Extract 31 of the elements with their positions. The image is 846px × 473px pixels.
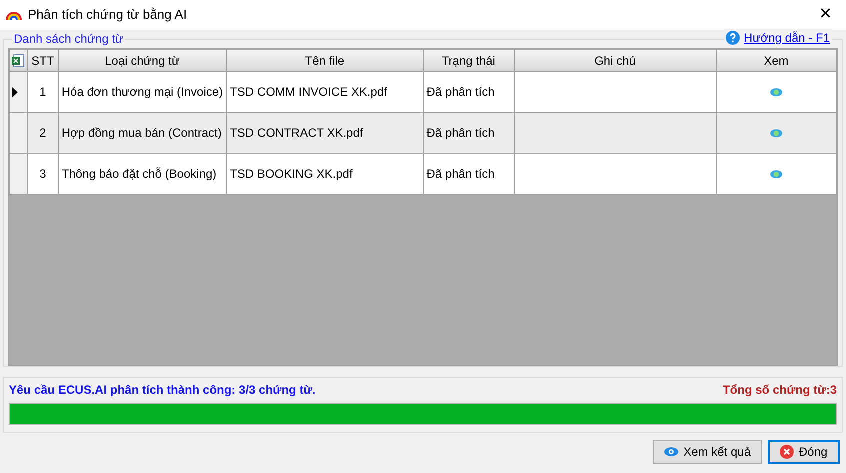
eye-icon[interactable] <box>770 129 783 138</box>
view-results-button[interactable]: Xem kết quả <box>652 440 762 464</box>
eye-icon[interactable] <box>770 170 783 180</box>
column-header[interactable]: Ghi chú <box>514 50 716 72</box>
column-header[interactable]: STT <box>27 50 58 72</box>
export-excel-button[interactable] <box>10 50 28 72</box>
table-cell: Thông báo đặt chỗ (Booking) <box>58 154 227 194</box>
eye-icon[interactable] <box>770 88 783 98</box>
status-message: Yêu cầu ECUS.AI phân tích thành công: 3/3 chứng từ. <box>9 382 316 399</box>
close-button[interactable]: ✕ <box>811 3 840 27</box>
table-cell: TSD CONTRACT XK.pdf <box>226 112 424 154</box>
eye-icon <box>664 447 679 457</box>
table-cell: Đã phân tích <box>423 154 514 194</box>
rainbow-icon <box>6 10 22 20</box>
window-title: Phân tích chứng từ bằng AI <box>28 6 188 24</box>
table-cell: Đã phân tích <box>423 112 514 154</box>
table-cell: 3 <box>27 154 58 194</box>
column-header[interactable]: Xem <box>716 50 836 72</box>
row-header[interactable] <box>10 72 28 112</box>
column-header[interactable]: Tên file <box>226 50 424 72</box>
help-icon <box>726 31 740 45</box>
close-button[interactable]: Đóng <box>768 440 840 464</box>
column-header[interactable]: Trạng thái <box>423 50 514 72</box>
close-icon <box>780 445 794 459</box>
table-cell: TSD BOOKING XK.pdf <box>226 154 424 194</box>
total-count: Tổng số chứng từ:3 <box>722 382 837 399</box>
table-cell: Hợp đồng mua bán (Contract) <box>58 112 227 154</box>
current-row-icon <box>12 87 18 98</box>
group-title: Danh sách chứng từ <box>12 31 126 47</box>
table-cell: 2 <box>27 112 58 154</box>
column-header[interactable]: Loại chứng từ <box>58 50 227 72</box>
